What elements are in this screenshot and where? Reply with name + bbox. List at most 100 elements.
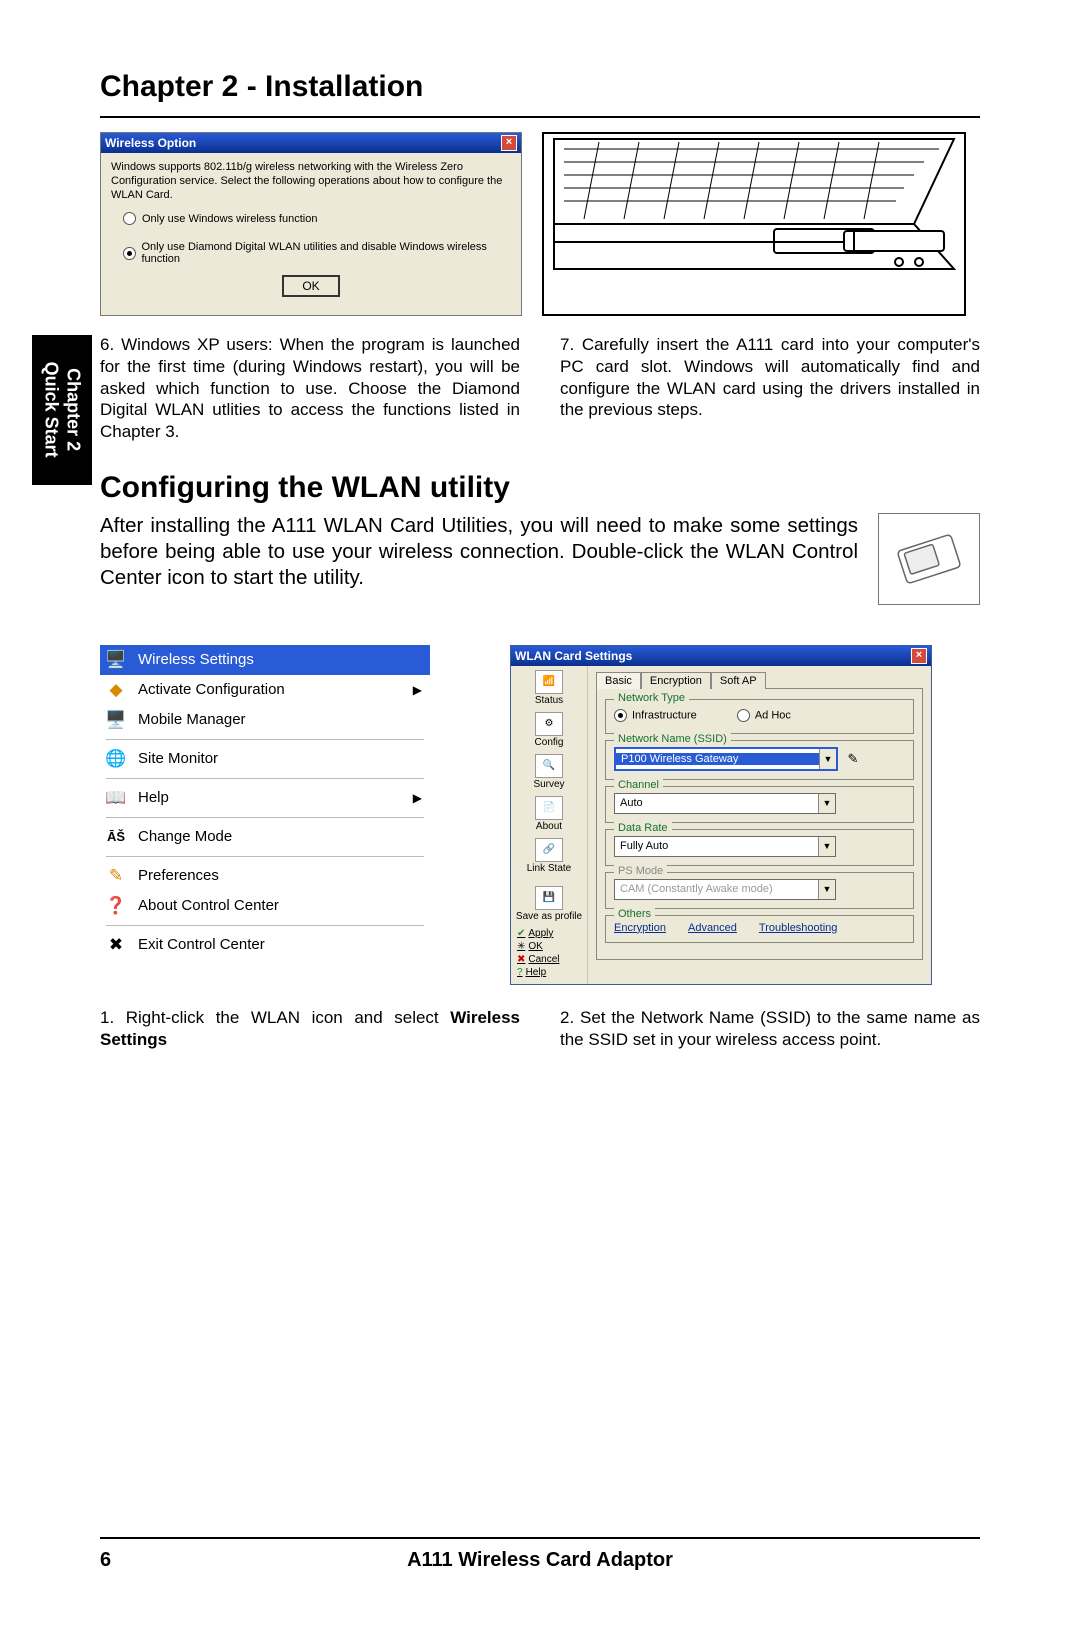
side-label: Config — [513, 737, 585, 748]
side-label: Survey — [513, 779, 585, 790]
legend: Network Type — [614, 692, 689, 704]
others-fieldset: Others Encryption Advanced Troubleshooti… — [605, 915, 914, 943]
help-action[interactable]: ?Help — [517, 967, 581, 978]
radio-adhoc-label: Ad Hoc — [755, 709, 791, 721]
side-label: Status — [513, 695, 585, 706]
ps-mode-value: CAM (Constantly Awake mode) — [615, 883, 818, 895]
menu-item-help[interactable]: 📖 Help ▶ — [100, 783, 430, 813]
ok-action[interactable]: ✳OK — [517, 941, 581, 952]
menu-separator — [106, 856, 424, 857]
laptop-illustration — [542, 132, 966, 316]
monitor-icon: 🖥️ — [104, 709, 128, 731]
menu-label: Preferences — [138, 867, 219, 884]
chevron-down-icon[interactable]: ▼ — [818, 794, 835, 813]
side-label: Link State — [513, 863, 585, 874]
save-profile-icon[interactable]: 💾 — [535, 886, 563, 910]
channel-value: Auto — [615, 797, 818, 809]
menu-label: Wireless Settings — [138, 651, 254, 668]
cancel-action[interactable]: ✖Cancel — [517, 954, 581, 965]
radio-adhoc[interactable] — [737, 709, 750, 722]
menu-label: Change Mode — [138, 828, 232, 845]
menu-item-site-monitor[interactable]: 🌐 Site Monitor — [100, 744, 430, 774]
side-label: Save as profile — [513, 911, 585, 922]
section-heading: Configuring the WLAN utility — [100, 471, 980, 505]
ok-button[interactable]: OK — [282, 275, 339, 297]
ssid-fieldset: Network Name (SSID) P100 Wireless Gatewa… — [605, 740, 914, 780]
menu-label: Exit Control Center — [138, 936, 265, 953]
menu-item-wireless-settings[interactable]: 🖥️ Wireless Settings — [100, 645, 430, 675]
step-7-text: 7. Carefully insert the A111 card into y… — [560, 334, 980, 443]
page-footer: 6 A111 Wireless Card Adaptor 0 — [100, 1529, 980, 1572]
side-tab-line2: Quick Start — [42, 362, 62, 458]
book-icon: 📖 — [104, 787, 128, 809]
step-1-text: 1. Right-click the WLAN icon and select … — [100, 1007, 520, 1051]
link-encryption[interactable]: Encryption — [614, 922, 666, 934]
legend: Others — [614, 908, 655, 920]
diamond-icon: ◆ — [104, 679, 128, 701]
radio-windows-only[interactable] — [123, 212, 136, 225]
radio-windows-only-label: Only use Windows wireless function — [142, 213, 317, 225]
close-icon[interactable]: × — [911, 648, 927, 664]
chevron-down-icon[interactable]: ▼ — [819, 749, 836, 769]
data-rate-combo[interactable]: Fully Auto ▼ — [614, 836, 836, 857]
tab-softap[interactable]: Soft AP — [711, 672, 766, 689]
radio-diamond-wlan-label: Only use Diamond Digital WLAN utilities … — [142, 241, 512, 265]
apply-action[interactable]: ✔Apply — [517, 928, 581, 939]
menu-separator — [106, 739, 424, 740]
close-icon[interactable]: × — [501, 135, 517, 151]
radio-infrastructure[interactable] — [614, 709, 627, 722]
menu-item-mobile-manager[interactable]: 🖥️ Mobile Manager — [100, 705, 430, 735]
tab-encryption[interactable]: Encryption — [641, 672, 711, 689]
edit-icon[interactable]: ✎ — [844, 750, 862, 768]
link-state-icon[interactable]: 🔗 — [535, 838, 563, 862]
legend: PS Mode — [614, 865, 667, 877]
chapter-title: Chapter 2 - Installation — [100, 70, 980, 104]
product-name: A111 Wireless Card Adaptor — [111, 1549, 969, 1572]
divider — [100, 116, 980, 118]
channel-fieldset: Channel Auto ▼ — [605, 786, 914, 823]
menu-item-change-mode[interactable]: ĀŠ Change Mode — [100, 822, 430, 852]
radio-infrastructure-label: Infrastructure — [632, 709, 697, 721]
pencil-icon: ✎ — [104, 865, 128, 887]
ps-mode-combo: CAM (Constantly Awake mode) ▼ — [614, 879, 836, 900]
status-icon[interactable]: 📶 — [535, 670, 563, 694]
section-text: After installing the A111 WLAN Card Util… — [100, 513, 858, 592]
menu-separator — [106, 925, 424, 926]
radio-diamond-wlan[interactable] — [123, 247, 136, 260]
network-type-fieldset: Network Type Infrastructure Ad Hoc — [605, 699, 914, 734]
link-troubleshooting[interactable]: Troubleshooting — [759, 922, 837, 934]
link-advanced[interactable]: Advanced — [688, 922, 737, 934]
wlan-card-thumb — [878, 513, 980, 605]
channel-combo[interactable]: Auto ▼ — [614, 793, 836, 814]
ssid-combo[interactable]: P100 Wireless Gateway ▼ — [614, 747, 838, 771]
legend: Channel — [614, 779, 663, 791]
menu-separator — [106, 778, 424, 779]
globe-icon: 🌐 — [104, 748, 128, 770]
survey-icon[interactable]: 🔍 — [535, 754, 563, 778]
dialog-title: Wireless Option — [105, 136, 196, 150]
menu-item-preferences[interactable]: ✎ Preferences — [100, 861, 430, 891]
tab-basic[interactable]: Basic — [596, 672, 641, 689]
menu-item-about[interactable]: ❓ About Control Center — [100, 891, 430, 921]
ps-mode-fieldset: PS Mode CAM (Constantly Awake mode) ▼ — [605, 872, 914, 909]
menu-item-activate-config[interactable]: ◆ Activate Configuration ▶ — [100, 675, 430, 705]
side-label: About — [513, 821, 585, 832]
config-icon[interactable]: ⚙ — [535, 712, 563, 736]
side-tab-line1: Chapter 2 — [64, 368, 84, 451]
chevron-down-icon[interactable]: ▼ — [818, 837, 835, 856]
wireless-option-dialog: Wireless Option × Windows supports 802.1… — [100, 132, 522, 316]
data-rate-fieldset: Data Rate Fully Auto ▼ — [605, 829, 914, 866]
step-6-text: 6. Windows XP users: When the program is… — [100, 334, 520, 443]
about-icon[interactable]: 📄 — [535, 796, 563, 820]
legend: Network Name (SSID) — [614, 733, 731, 745]
chapter-side-tab: Chapter 2 Quick Start — [32, 335, 92, 485]
wlan-window-title: WLAN Card Settings — [515, 649, 632, 663]
menu-label: Site Monitor — [138, 750, 218, 767]
divider — [100, 1537, 980, 1539]
menu-label: Help — [138, 789, 169, 806]
dialog-description: Windows supports 802.11b/g wireless netw… — [111, 161, 511, 202]
step-2-text: 2. Set the Network Name (SSID) to the sa… — [560, 1007, 980, 1051]
menu-item-exit[interactable]: ✖ Exit Control Center — [100, 930, 430, 960]
monitor-icon: 🖥️ — [104, 649, 128, 671]
ssid-value: P100 Wireless Gateway — [616, 753, 819, 765]
